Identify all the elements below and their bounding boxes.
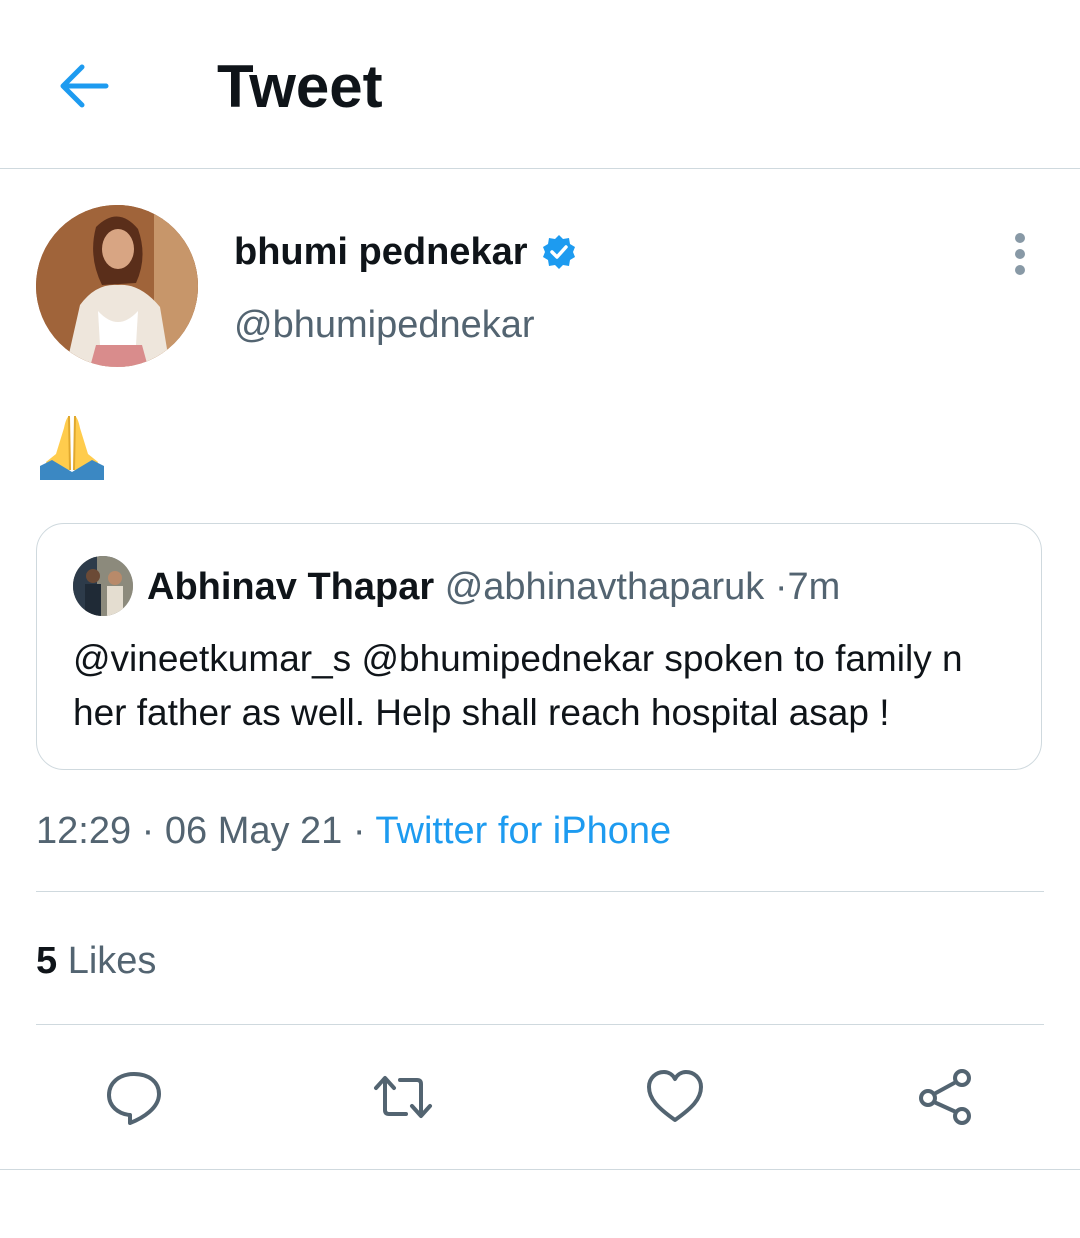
- tweet-date: 06 May 21: [164, 810, 343, 852]
- tweet-source-link[interactable]: Twitter for iPhone: [375, 810, 671, 852]
- quoted-avatar-photo: [73, 556, 133, 616]
- page-title: Tweet: [217, 53, 383, 120]
- likes-count-link[interactable]: 5 Likes: [36, 938, 156, 984]
- more-options-icon[interactable]: [1000, 228, 1040, 284]
- separator-dot: ·: [352, 810, 366, 852]
- likes-count: 5: [36, 940, 58, 982]
- retweet-icon[interactable]: [372, 1066, 434, 1128]
- quoted-tweet-header: Abhinav Thapar @abhinavthaparuk ·7m: [147, 564, 840, 610]
- quoted-tweet-age: 7m: [787, 566, 841, 608]
- quoted-author-avatar: [73, 556, 133, 616]
- divider: [0, 1169, 1080, 1170]
- author-avatar[interactable]: [36, 205, 198, 367]
- verified-badge-icon: [543, 235, 575, 269]
- top-app-bar: Tweet: [0, 0, 1080, 169]
- tweet-time: 12:29: [36, 810, 132, 852]
- tweet-metadata: 12:29 · 06 May 21 · Twitter for iPhone: [36, 808, 671, 854]
- divider: [36, 891, 1044, 892]
- back-arrow-icon[interactable]: [50, 52, 118, 120]
- avatar-photo: [36, 205, 198, 367]
- quoted-tweet-card[interactable]: Abhinav Thapar @abhinavthaparuk ·7m @vin…: [36, 523, 1042, 770]
- quoted-tweet-text: @vineetkumar_s @bhumipednekar spoken to …: [73, 638, 963, 733]
- separator-dot: ·: [141, 810, 155, 852]
- author-name[interactable]: bhumi pednekar: [234, 229, 528, 275]
- folded-hands-emoji-icon: [40, 415, 104, 480]
- reply-icon[interactable]: [103, 1066, 165, 1128]
- divider: [36, 1024, 1044, 1025]
- quoted-author-handle: @abhinavthaparuk: [444, 566, 765, 608]
- quoted-author-name: Abhinav Thapar: [147, 566, 435, 608]
- share-icon[interactable]: [914, 1066, 976, 1128]
- like-icon[interactable]: [644, 1066, 706, 1128]
- author-handle[interactable]: @bhumipednekar: [234, 302, 535, 348]
- likes-label: Likes: [67, 940, 157, 982]
- separator-dot: ·: [774, 566, 788, 608]
